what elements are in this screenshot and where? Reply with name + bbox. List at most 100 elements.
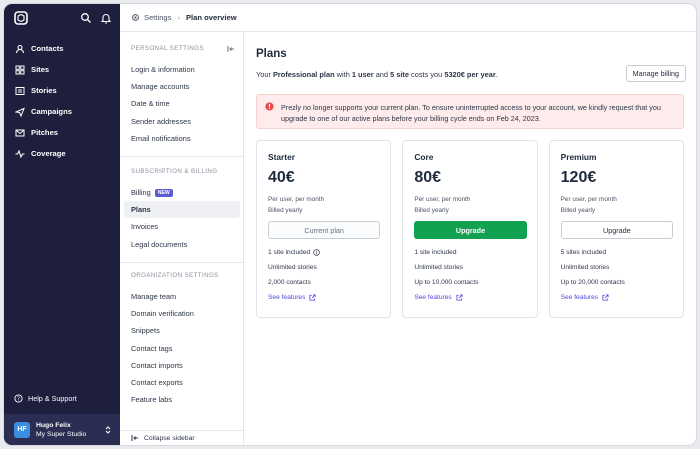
settings-item-label: Plans xyxy=(131,205,151,215)
settings-item-invoices[interactable]: Invoices xyxy=(124,218,240,235)
summary-text: Your xyxy=(256,70,273,79)
help-support-link[interactable]: ? Help & Support xyxy=(14,394,77,403)
svg-text:?: ? xyxy=(17,396,20,402)
settings-item-label: Date & time xyxy=(131,99,170,109)
plan-features: 1 site included Unlimited stories Up to 10… xyxy=(414,245,526,290)
summary-sites: 5 site xyxy=(390,70,409,79)
settings-item-label: Snippets xyxy=(131,326,160,336)
plan-summary: Your Professional plan with 1 user and 5… xyxy=(256,70,498,79)
help-label: Help & Support xyxy=(28,394,77,403)
settings-item-billing[interactable]: Billing NEW xyxy=(124,184,240,201)
feature-label: Unlimited stories xyxy=(414,264,464,271)
breadcrumb: Settings › Plan overview xyxy=(120,4,696,32)
settings-item-label: Manage accounts xyxy=(131,82,190,92)
settings-item-label: Invoices xyxy=(131,222,159,232)
plans-page: Plans Your Professional plan with 1 user… xyxy=(244,32,696,445)
info-icon[interactable] xyxy=(313,249,320,256)
plan-price: 40€ xyxy=(268,169,295,186)
settings-item-label: Login & information xyxy=(131,65,195,75)
summary-text: and xyxy=(373,70,391,79)
nav-item-contacts[interactable]: Contacts xyxy=(4,38,120,59)
user-name: Hugo Felix xyxy=(36,421,71,429)
prezly-logo-icon[interactable] xyxy=(14,11,28,25)
plan-name: Premium xyxy=(560,152,597,162)
nav-item-pitches[interactable]: Pitches xyxy=(4,122,120,143)
settings-item-contact-exports[interactable]: Contact exports xyxy=(124,374,240,391)
plan-feature: 5 sites included xyxy=(561,245,673,260)
plan-features: 1 site included Unlimited stories 2,000 co… xyxy=(268,245,380,290)
settings-item-label: Contact exports xyxy=(131,378,183,388)
settings-item-date-time[interactable]: Date & time xyxy=(124,95,240,112)
avatar: HF xyxy=(14,421,30,438)
studio-name: My Super Studio xyxy=(36,430,87,438)
settings-item-contact-imports[interactable]: Contact imports xyxy=(124,357,240,374)
settings-item-legal-documents[interactable]: Legal documents xyxy=(124,236,240,253)
settings-item-label: Manage team xyxy=(131,292,177,302)
collapse-sidebar-button[interactable]: Collapse sidebar xyxy=(120,430,244,445)
bell-icon[interactable] xyxy=(100,12,112,24)
settings-item-contact-tags[interactable]: Contact tags xyxy=(124,340,240,357)
plan-feature: Up to 10,000 contacts xyxy=(414,275,526,290)
see-features-link[interactable]: See features xyxy=(268,294,380,301)
plan-feature: Unlimited stories xyxy=(268,260,380,275)
pitches-icon xyxy=(15,129,25,136)
section-divider xyxy=(120,262,244,263)
nav-item-stories[interactable]: Stories xyxy=(4,80,120,101)
user-names: Hugo Felix My Super Studio xyxy=(36,421,104,439)
settings-item-plans[interactable]: Plans xyxy=(124,201,240,219)
section-divider xyxy=(120,156,244,157)
breadcrumb-settings[interactable]: Settings xyxy=(144,13,171,22)
page-title: Plans xyxy=(256,48,287,60)
new-badge: NEW xyxy=(154,188,173,197)
settings-item-manage-team[interactable]: Manage team xyxy=(124,288,240,305)
settings-sidebar: PERSONAL SETTINGS Login & information Mana… xyxy=(120,32,244,445)
settings-item-login-information[interactable]: Login & information xyxy=(124,61,240,78)
plan-billed: Billed yearly xyxy=(268,207,303,214)
see-features-label: See features xyxy=(268,294,306,301)
feature-label: Up to 10,000 contacts xyxy=(414,279,479,286)
stories-icon xyxy=(15,86,25,95)
feature-label: 1 site included xyxy=(268,249,311,256)
nav-item-label: Coverage xyxy=(31,149,66,158)
plan-card-core: Core 80€ Per user, per month Billed yearly U… xyxy=(402,140,538,318)
account-switcher[interactable]: HF Hugo Felix My Super Studio xyxy=(4,414,120,445)
see-features-label: See features xyxy=(414,294,452,301)
summary-text: . xyxy=(495,70,498,79)
settings-item-label: Contact tags xyxy=(131,343,173,353)
see-features-link[interactable]: See features xyxy=(414,294,526,301)
plan-name: Starter xyxy=(268,152,295,162)
upgrade-button[interactable]: Upgrade xyxy=(414,221,527,239)
settings-item-domain-verification[interactable]: Domain verification xyxy=(124,305,240,322)
external-link-icon xyxy=(602,294,609,301)
settings-item-email-notifications[interactable]: Email notifications xyxy=(124,130,240,147)
settings-item-manage-accounts[interactable]: Manage accounts xyxy=(124,78,240,95)
settings-item-label: Email notifications xyxy=(131,133,191,143)
nav-item-campaigns[interactable]: Campaigns xyxy=(4,101,120,122)
nav-item-coverage[interactable]: Coverage xyxy=(4,143,120,164)
current-plan-button[interactable]: Current plan xyxy=(268,221,381,239)
settings-item-label: Sender addresses xyxy=(131,116,191,126)
nav-item-sites[interactable]: Sites xyxy=(4,59,120,80)
feature-label: Unlimited stories xyxy=(560,264,610,271)
plan-features: 5 sites included Unlimited stories Up to 2… xyxy=(561,245,673,290)
plan-per: Per user, per month xyxy=(560,196,617,203)
settings-item-snippets[interactable]: Snippets xyxy=(124,322,240,339)
nav-top-bar xyxy=(4,4,120,32)
plan-per: Per user, per month xyxy=(414,196,471,203)
upgrade-button[interactable]: Upgrade xyxy=(560,221,673,239)
settings-item-feature-labs[interactable]: Feature labs xyxy=(124,391,240,408)
search-icon[interactable] xyxy=(80,12,92,24)
plan-card-premium: Premium 120€ Per user, per month Billed yea… xyxy=(548,140,684,318)
plan-feature: 2,000 contacts xyxy=(268,275,380,290)
plan-feature: 1 site included xyxy=(414,245,526,260)
manage-billing-button[interactable]: Manage billing xyxy=(625,65,686,82)
settings-section: SUBSCRIPTION & BILLING Billing NEW Plans Inv… xyxy=(120,168,244,253)
feature-label: Unlimited stories xyxy=(268,264,317,271)
see-features-label: See features xyxy=(560,294,599,301)
nav-items: Contacts Sites Stories Campaigns Pitches Cove… xyxy=(4,38,120,164)
see-features-link[interactable]: See features xyxy=(561,294,673,301)
collapse-icon xyxy=(131,435,138,441)
unsupported-plan-alert: Prezly no longer supports your current p… xyxy=(256,94,684,129)
section-title: ORGANIZATION SETTINGS xyxy=(131,272,219,279)
settings-item-sender-addresses[interactable]: Sender addresses xyxy=(124,113,240,130)
